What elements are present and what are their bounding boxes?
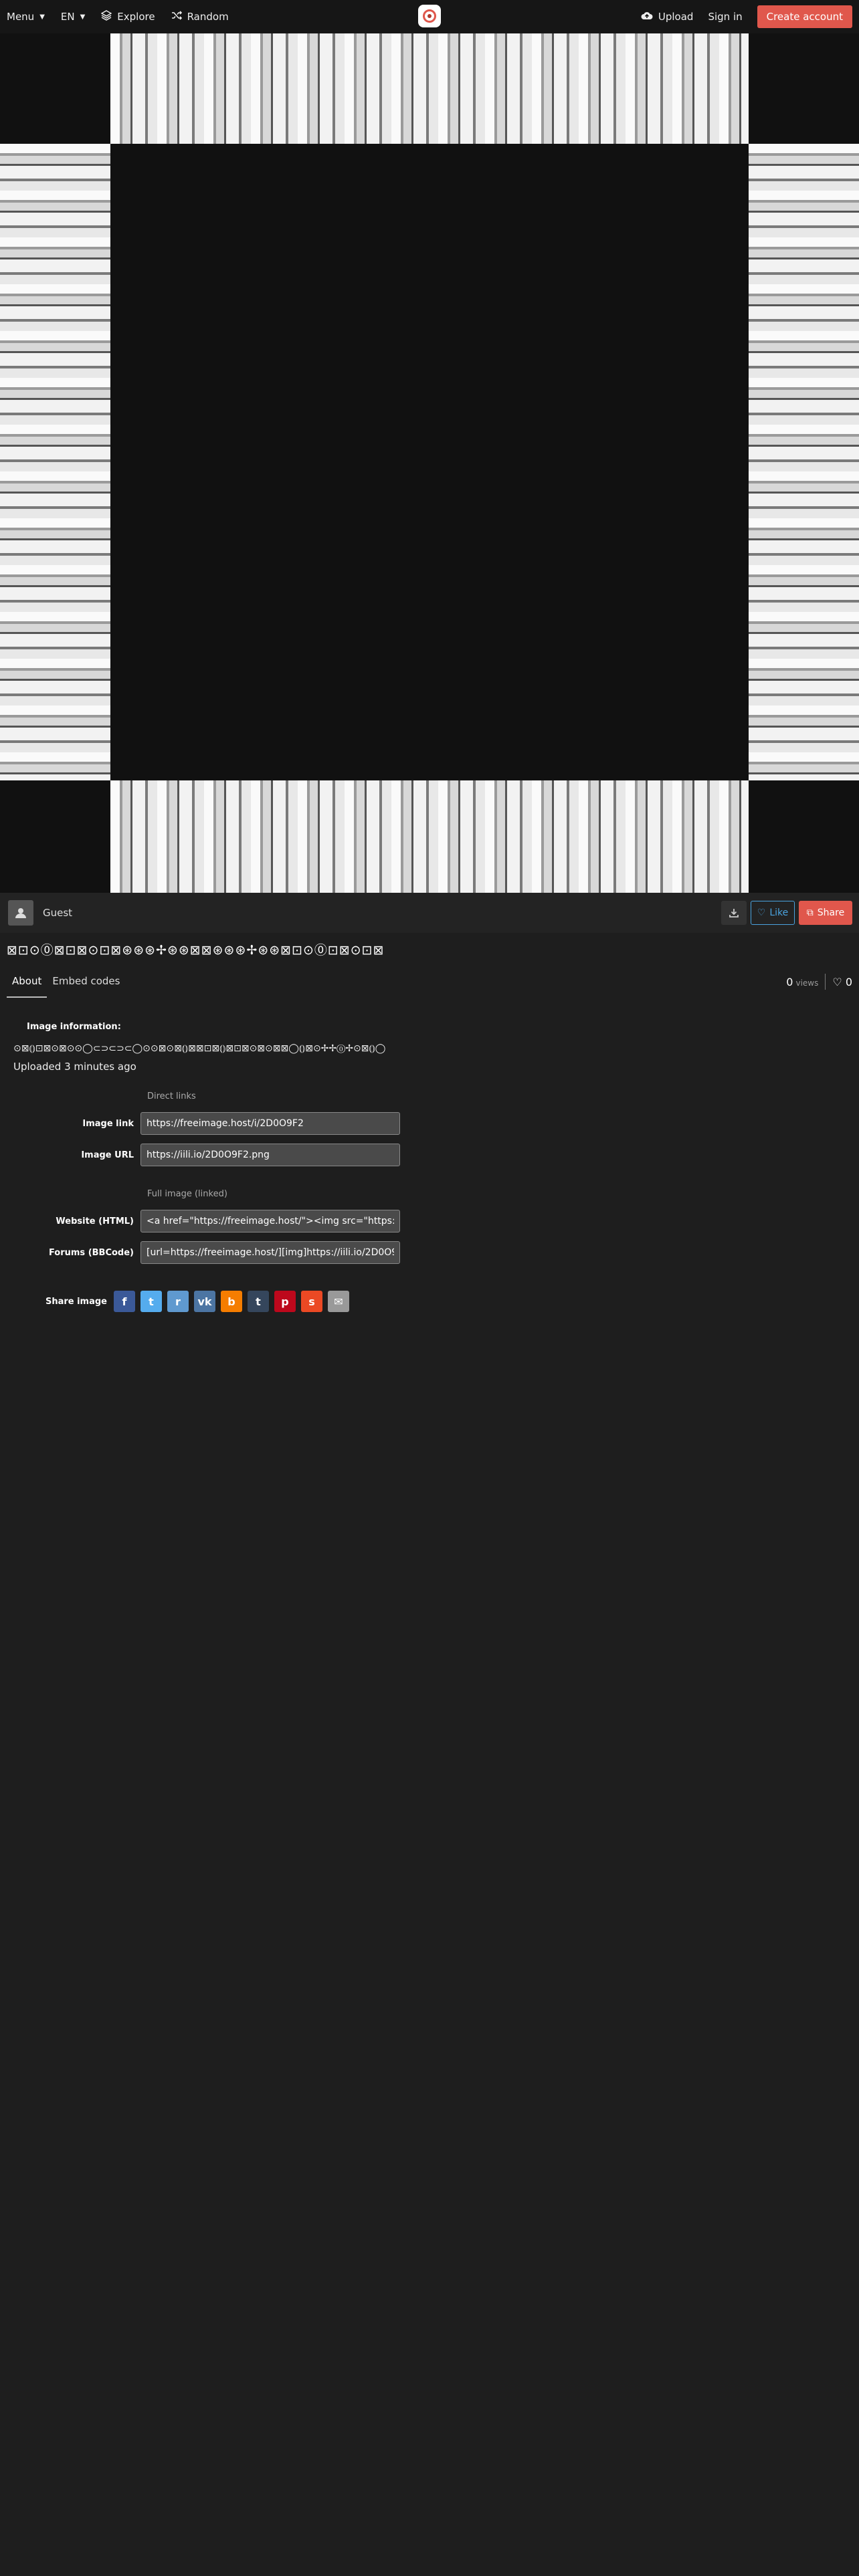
like-button[interactable]: ♡ Like bbox=[751, 901, 795, 925]
reddit-icon: r bbox=[175, 1295, 181, 1308]
upload-time: Uploaded 3 minutes ago bbox=[13, 1061, 136, 1073]
image-title: ⊠⊡⊙⓪⊠⊡⊠⊙⊡⊠⊛⊛⊛✢⊛⊛⊠⊠⊛⊛⊛✢⊛⊛⊠⊡⊙⓪⊡⊠⊙⊡⊠ bbox=[7, 943, 385, 958]
random-link[interactable]: Random bbox=[171, 10, 229, 23]
explore-label: Explore bbox=[117, 11, 155, 23]
avatar[interactable] bbox=[8, 900, 33, 926]
tab-about[interactable]: About bbox=[7, 968, 47, 998]
like-label: Like bbox=[769, 907, 789, 918]
shuffle-icon bbox=[171, 10, 182, 23]
uploader-bar: Guest ♡ Like ⧉ Share bbox=[0, 893, 859, 933]
share-facebook-button[interactable]: f bbox=[114, 1291, 135, 1312]
email-icon: ✉ bbox=[334, 1295, 343, 1308]
image-border-right bbox=[749, 144, 859, 780]
language-label: EN bbox=[60, 11, 75, 23]
vk-icon: vk bbox=[197, 1295, 212, 1308]
html-embed-field[interactable] bbox=[140, 1210, 400, 1232]
info-heading: Image information: bbox=[27, 1022, 121, 1032]
cloud-upload-icon bbox=[641, 11, 653, 23]
site-logo[interactable] bbox=[418, 5, 441, 27]
share-vk-button[interactable]: vk bbox=[194, 1291, 215, 1312]
logo-mark bbox=[423, 9, 436, 23]
share-stumbleupon-button[interactable]: s bbox=[301, 1291, 322, 1312]
share-pinterest-button[interactable]: p bbox=[274, 1291, 296, 1312]
share-icon: ⧉ bbox=[806, 907, 814, 918]
share-tumblr-button[interactable]: t bbox=[248, 1291, 269, 1312]
html-embed-label: Website (HTML) bbox=[56, 1216, 134, 1226]
share-image-label: Share image bbox=[45, 1296, 107, 1307]
image-link-field[interactable] bbox=[140, 1112, 400, 1135]
share-twitter-button[interactable]: t bbox=[140, 1291, 162, 1312]
layers-icon bbox=[100, 10, 112, 23]
likes-count: ♡ 0 bbox=[832, 975, 852, 988]
share-reddit-button[interactable]: r bbox=[167, 1291, 189, 1312]
image-border-left bbox=[0, 144, 110, 780]
views-count: 0 views bbox=[786, 975, 819, 988]
image-viewer[interactable] bbox=[0, 33, 859, 893]
stats-divider bbox=[825, 974, 826, 990]
upload-label: Upload bbox=[658, 11, 694, 23]
share-email-button[interactable]: ✉ bbox=[328, 1291, 349, 1312]
blogger-icon: b bbox=[227, 1295, 235, 1308]
chevron-down-icon: ▼ bbox=[39, 13, 45, 21]
menu-button[interactable]: Menu ▼ bbox=[7, 11, 45, 23]
linked-image-label: Full image (linked) bbox=[147, 1189, 227, 1199]
upload-button[interactable]: Upload bbox=[641, 11, 694, 23]
stumbleupon-icon: s bbox=[308, 1295, 315, 1308]
image-border-bottom bbox=[110, 780, 749, 893]
tab-embed-codes[interactable]: Embed codes bbox=[47, 968, 125, 998]
create-account-button[interactable]: Create account bbox=[757, 5, 852, 28]
user-icon bbox=[15, 908, 26, 918]
download-button[interactable] bbox=[721, 901, 747, 925]
uploader-name[interactable]: Guest bbox=[43, 907, 72, 919]
image-url-label: Image URL bbox=[81, 1150, 134, 1160]
twitter-icon: t bbox=[149, 1295, 154, 1308]
html-embed-row: Website (HTML) bbox=[0, 1209, 415, 1233]
image-center bbox=[110, 144, 749, 780]
menu-label: Menu bbox=[7, 11, 35, 23]
image-link-label: Image link bbox=[82, 1118, 134, 1129]
heart-icon: ♡ bbox=[757, 907, 766, 918]
pinterest-icon: p bbox=[281, 1295, 289, 1308]
explore-link[interactable]: Explore bbox=[100, 10, 155, 23]
share-buttons: f t r vk b t p s ✉ bbox=[114, 1291, 355, 1312]
direct-links-label: Direct links bbox=[147, 1091, 196, 1101]
image-description: ⊙⊠⦅⦆⊡⊠⊙⊠⊙⊙◯⊂⊃⊂⊃⊂◯⊙⊙⊠⊙⊠⦅⦆⊠⊠⊡⊠⦅⦆⊠⊡⊠⊙⊠⊙⊠⊠◯⦅… bbox=[13, 1043, 386, 1054]
download-icon bbox=[729, 909, 739, 918]
share-image-row: Share image f t r vk b t p s ✉ bbox=[0, 1291, 355, 1312]
language-selector[interactable]: EN ▼ bbox=[61, 11, 85, 23]
tumblr-icon: t bbox=[256, 1295, 261, 1308]
image-url-field[interactable] bbox=[140, 1144, 400, 1166]
image-border-top bbox=[110, 33, 749, 144]
random-label: Random bbox=[187, 11, 229, 23]
sign-in-label: Sign in bbox=[708, 11, 743, 23]
bbcode-embed-field[interactable] bbox=[140, 1241, 400, 1264]
share-label: Share bbox=[817, 907, 845, 918]
share-blogger-button[interactable]: b bbox=[221, 1291, 242, 1312]
top-navbar: Menu ▼ EN ▼ Explore Random Upload Sign i… bbox=[0, 0, 859, 33]
content-tabs: About Embed codes bbox=[7, 968, 125, 998]
chevron-down-icon: ▼ bbox=[80, 13, 86, 21]
bbcode-embed-label: Forums (BBCode) bbox=[48, 1247, 134, 1258]
facebook-icon: f bbox=[122, 1295, 127, 1308]
heart-icon: ♡ bbox=[832, 975, 842, 988]
image-url-row: Image URL bbox=[0, 1143, 415, 1167]
share-button[interactable]: ⧉ Share bbox=[799, 901, 852, 925]
sign-in-link[interactable]: Sign in bbox=[708, 11, 742, 23]
image-link-row: Image link bbox=[0, 1111, 415, 1136]
bbcode-embed-row: Forums (BBCode) bbox=[0, 1241, 415, 1265]
image-stats: 0 views ♡ 0 bbox=[786, 974, 852, 990]
